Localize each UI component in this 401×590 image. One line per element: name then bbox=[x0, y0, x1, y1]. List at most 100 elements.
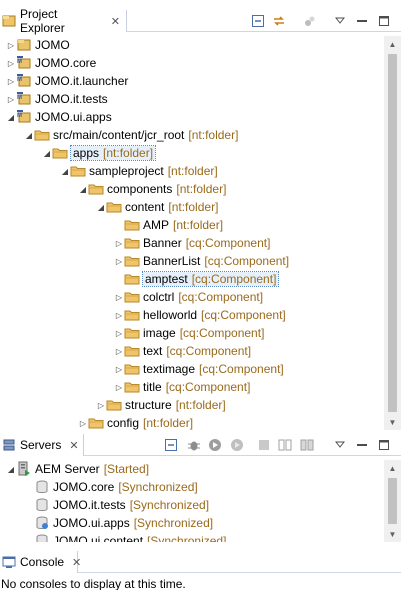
clean-icon[interactable] bbox=[299, 437, 315, 453]
scroll-down-icon[interactable]: ▼ bbox=[384, 414, 401, 430]
collapse-arrow-icon[interactable]: ▷ bbox=[114, 288, 124, 306]
tree-item-text: amptest [cq:Component] bbox=[141, 271, 280, 287]
collapse-arrow-icon[interactable]: ▷ bbox=[114, 324, 124, 342]
expand-arrow-icon[interactable]: ◢ bbox=[6, 108, 16, 126]
scrollbar-thumb[interactable] bbox=[388, 54, 397, 412]
minimize-icon[interactable] bbox=[354, 437, 370, 453]
collapse-all-icon[interactable] bbox=[250, 13, 266, 29]
tree-item[interactable]: ▷ M JOMO.it.launcher bbox=[6, 72, 128, 90]
tab-console[interactable]: Console ✕ bbox=[0, 551, 81, 573]
debug-icon[interactable] bbox=[186, 437, 202, 453]
scrollbar-thumb[interactable] bbox=[388, 478, 397, 524]
expand-arrow-icon[interactable]: ◢ bbox=[96, 198, 106, 216]
servers-tree[interactable]: ◢ AEM Server [Started] JOMO.core [Synchroniz… bbox=[0, 460, 384, 542]
tree-item-text: components [nt:folder] bbox=[107, 182, 226, 196]
tree-item-text: JOMO.it.launcher bbox=[35, 74, 128, 88]
collapse-arrow-icon[interactable]: ▷ bbox=[6, 54, 16, 72]
expand-arrow-icon[interactable]: ◢ bbox=[60, 162, 70, 180]
expand-arrow-icon[interactable]: ◢ bbox=[6, 460, 16, 478]
tree-item-decoration: [nt:folder] bbox=[175, 398, 226, 412]
tab-servers[interactable]: Servers ✕ bbox=[0, 434, 84, 456]
tree-item[interactable]: amptest [cq:Component] bbox=[114, 270, 280, 288]
tree-item[interactable]: ▷ config [nt:folder] bbox=[78, 414, 193, 430]
project-explorer-title: Project Explorer bbox=[20, 7, 65, 35]
tree-item-label: config bbox=[107, 416, 140, 430]
focus-icon[interactable] bbox=[302, 13, 318, 29]
tree-item[interactable]: ◢ M JOMO.ui.apps bbox=[6, 108, 112, 126]
project-tree-scrollbar[interactable]: ▲ ▼ bbox=[384, 36, 401, 430]
folder-icon bbox=[124, 379, 140, 395]
tree-item[interactable]: ▷ structure [nt:folder] bbox=[96, 396, 226, 414]
stop-icon[interactable] bbox=[256, 437, 272, 453]
tree-item[interactable]: AMP [nt:folder] bbox=[114, 216, 223, 234]
tree-item[interactable]: ▷ JOMO bbox=[6, 36, 70, 54]
tree-item[interactable]: ▷ textimage [cq:Component] bbox=[114, 360, 284, 378]
tree-item[interactable]: ▷ Banner [cq:Component] bbox=[114, 234, 271, 252]
expand-arrow-icon[interactable]: ◢ bbox=[78, 180, 88, 198]
project-tree[interactable]: ▷ JOMO ▷ M JOMO.core ▷ M JOMO.it.launcher ▷ M JOMO… bbox=[0, 36, 384, 430]
tree-item[interactable]: ◢ components [nt:folder] bbox=[78, 180, 226, 198]
publish-icon[interactable] bbox=[277, 437, 293, 453]
collapse-arrow-icon[interactable]: ▷ bbox=[114, 252, 124, 270]
tree-item[interactable]: ▷ title [cq:Component] bbox=[114, 378, 250, 396]
tree-item-text: content [nt:folder] bbox=[125, 200, 218, 214]
collapse-arrow-icon[interactable]: ▷ bbox=[6, 36, 16, 54]
tree-item-decoration: [cq:Component] bbox=[201, 308, 286, 322]
folder-icon bbox=[124, 253, 140, 269]
view-menu-icon[interactable] bbox=[332, 437, 348, 453]
tree-item[interactable]: ▷ M JOMO.core bbox=[6, 54, 96, 72]
tree-item[interactable]: ▷ helloworld [cq:Component] bbox=[114, 306, 286, 324]
maximize-icon[interactable] bbox=[376, 437, 392, 453]
tree-item-text: colctrl [cq:Component] bbox=[143, 290, 263, 304]
tree-item[interactable]: ◢ sampleproject [nt:folder] bbox=[60, 162, 218, 180]
servers-scrollbar[interactable]: ▲ ▼ bbox=[384, 460, 401, 542]
collapse-arrow-icon[interactable]: ▷ bbox=[114, 306, 124, 324]
close-icon[interactable]: ✕ bbox=[72, 556, 81, 569]
close-icon[interactable]: ✕ bbox=[111, 15, 120, 28]
folder-icon bbox=[124, 343, 140, 359]
maximize-icon[interactable] bbox=[376, 13, 392, 29]
collapse-arrow-icon[interactable]: ▷ bbox=[114, 342, 124, 360]
collapse-arrow-icon[interactable]: ▷ bbox=[114, 360, 124, 378]
collapse-icon[interactable] bbox=[163, 437, 179, 453]
collapse-arrow-icon[interactable]: ▷ bbox=[114, 378, 124, 396]
close-icon[interactable]: ✕ bbox=[69, 439, 78, 452]
collapse-arrow-icon[interactable]: ▷ bbox=[6, 90, 16, 108]
servers-icon bbox=[2, 438, 16, 452]
module-item[interactable]: JOMO.ui.apps [Synchronized] bbox=[24, 514, 213, 532]
tree-item[interactable]: ◢ src/main/content/jcr_root [nt:folder] bbox=[24, 126, 239, 144]
collapse-arrow-icon[interactable]: ▷ bbox=[96, 396, 106, 414]
tree-item-text: Banner [cq:Component] bbox=[143, 236, 270, 250]
tree-item-text: image [cq:Component] bbox=[143, 326, 264, 340]
tree-item[interactable]: ▷ M JOMO.it.tests bbox=[6, 90, 108, 108]
collapse-arrow-icon[interactable]: ▷ bbox=[6, 72, 16, 90]
module-icon bbox=[34, 497, 50, 513]
collapse-arrow-icon[interactable]: ▷ bbox=[114, 234, 124, 252]
minimize-icon[interactable] bbox=[354, 13, 370, 29]
scroll-up-icon[interactable]: ▲ bbox=[384, 460, 401, 476]
module-item[interactable]: JOMO.it.tests [Synchronized] bbox=[24, 496, 209, 514]
tree-item-decoration: [nt:folder] bbox=[188, 128, 239, 142]
expand-arrow-icon[interactable]: ◢ bbox=[42, 144, 52, 162]
tree-item[interactable]: ▷ text [cq:Component] bbox=[114, 342, 251, 360]
view-menu-icon[interactable] bbox=[332, 13, 348, 29]
scroll-down-icon[interactable]: ▼ bbox=[384, 526, 401, 542]
start-icon[interactable] bbox=[207, 437, 223, 453]
tree-item[interactable]: ◢ apps [nt:folder] bbox=[42, 144, 157, 162]
scroll-up-icon[interactable]: ▲ bbox=[384, 36, 401, 52]
tree-item[interactable]: ▷ colctrl [cq:Component] bbox=[114, 288, 263, 306]
server-item[interactable]: ◢ AEM Server [Started] bbox=[6, 460, 149, 478]
collapse-arrow-icon[interactable]: ▷ bbox=[78, 414, 88, 430]
folder-icon bbox=[124, 235, 140, 251]
module-item[interactable]: JOMO.core [Synchronized] bbox=[24, 478, 198, 496]
expand-arrow-icon[interactable]: ◢ bbox=[24, 126, 34, 144]
module-item[interactable]: JOMO.ui.content [Synchronized] bbox=[24, 532, 226, 542]
folder-icon bbox=[106, 199, 122, 215]
tab-project-explorer[interactable]: Project Explorer ✕ bbox=[0, 7, 127, 35]
profile-icon[interactable] bbox=[229, 437, 245, 453]
tree-item[interactable]: ▷ BannerList [cq:Component] bbox=[114, 252, 289, 270]
tree-item[interactable]: ▷ image [cq:Component] bbox=[114, 324, 264, 342]
tree-item-label: JOMO.it.launcher bbox=[35, 74, 129, 88]
link-with-editor-icon[interactable] bbox=[271, 13, 287, 29]
tree-item[interactable]: ◢ content [nt:folder] bbox=[96, 198, 218, 216]
